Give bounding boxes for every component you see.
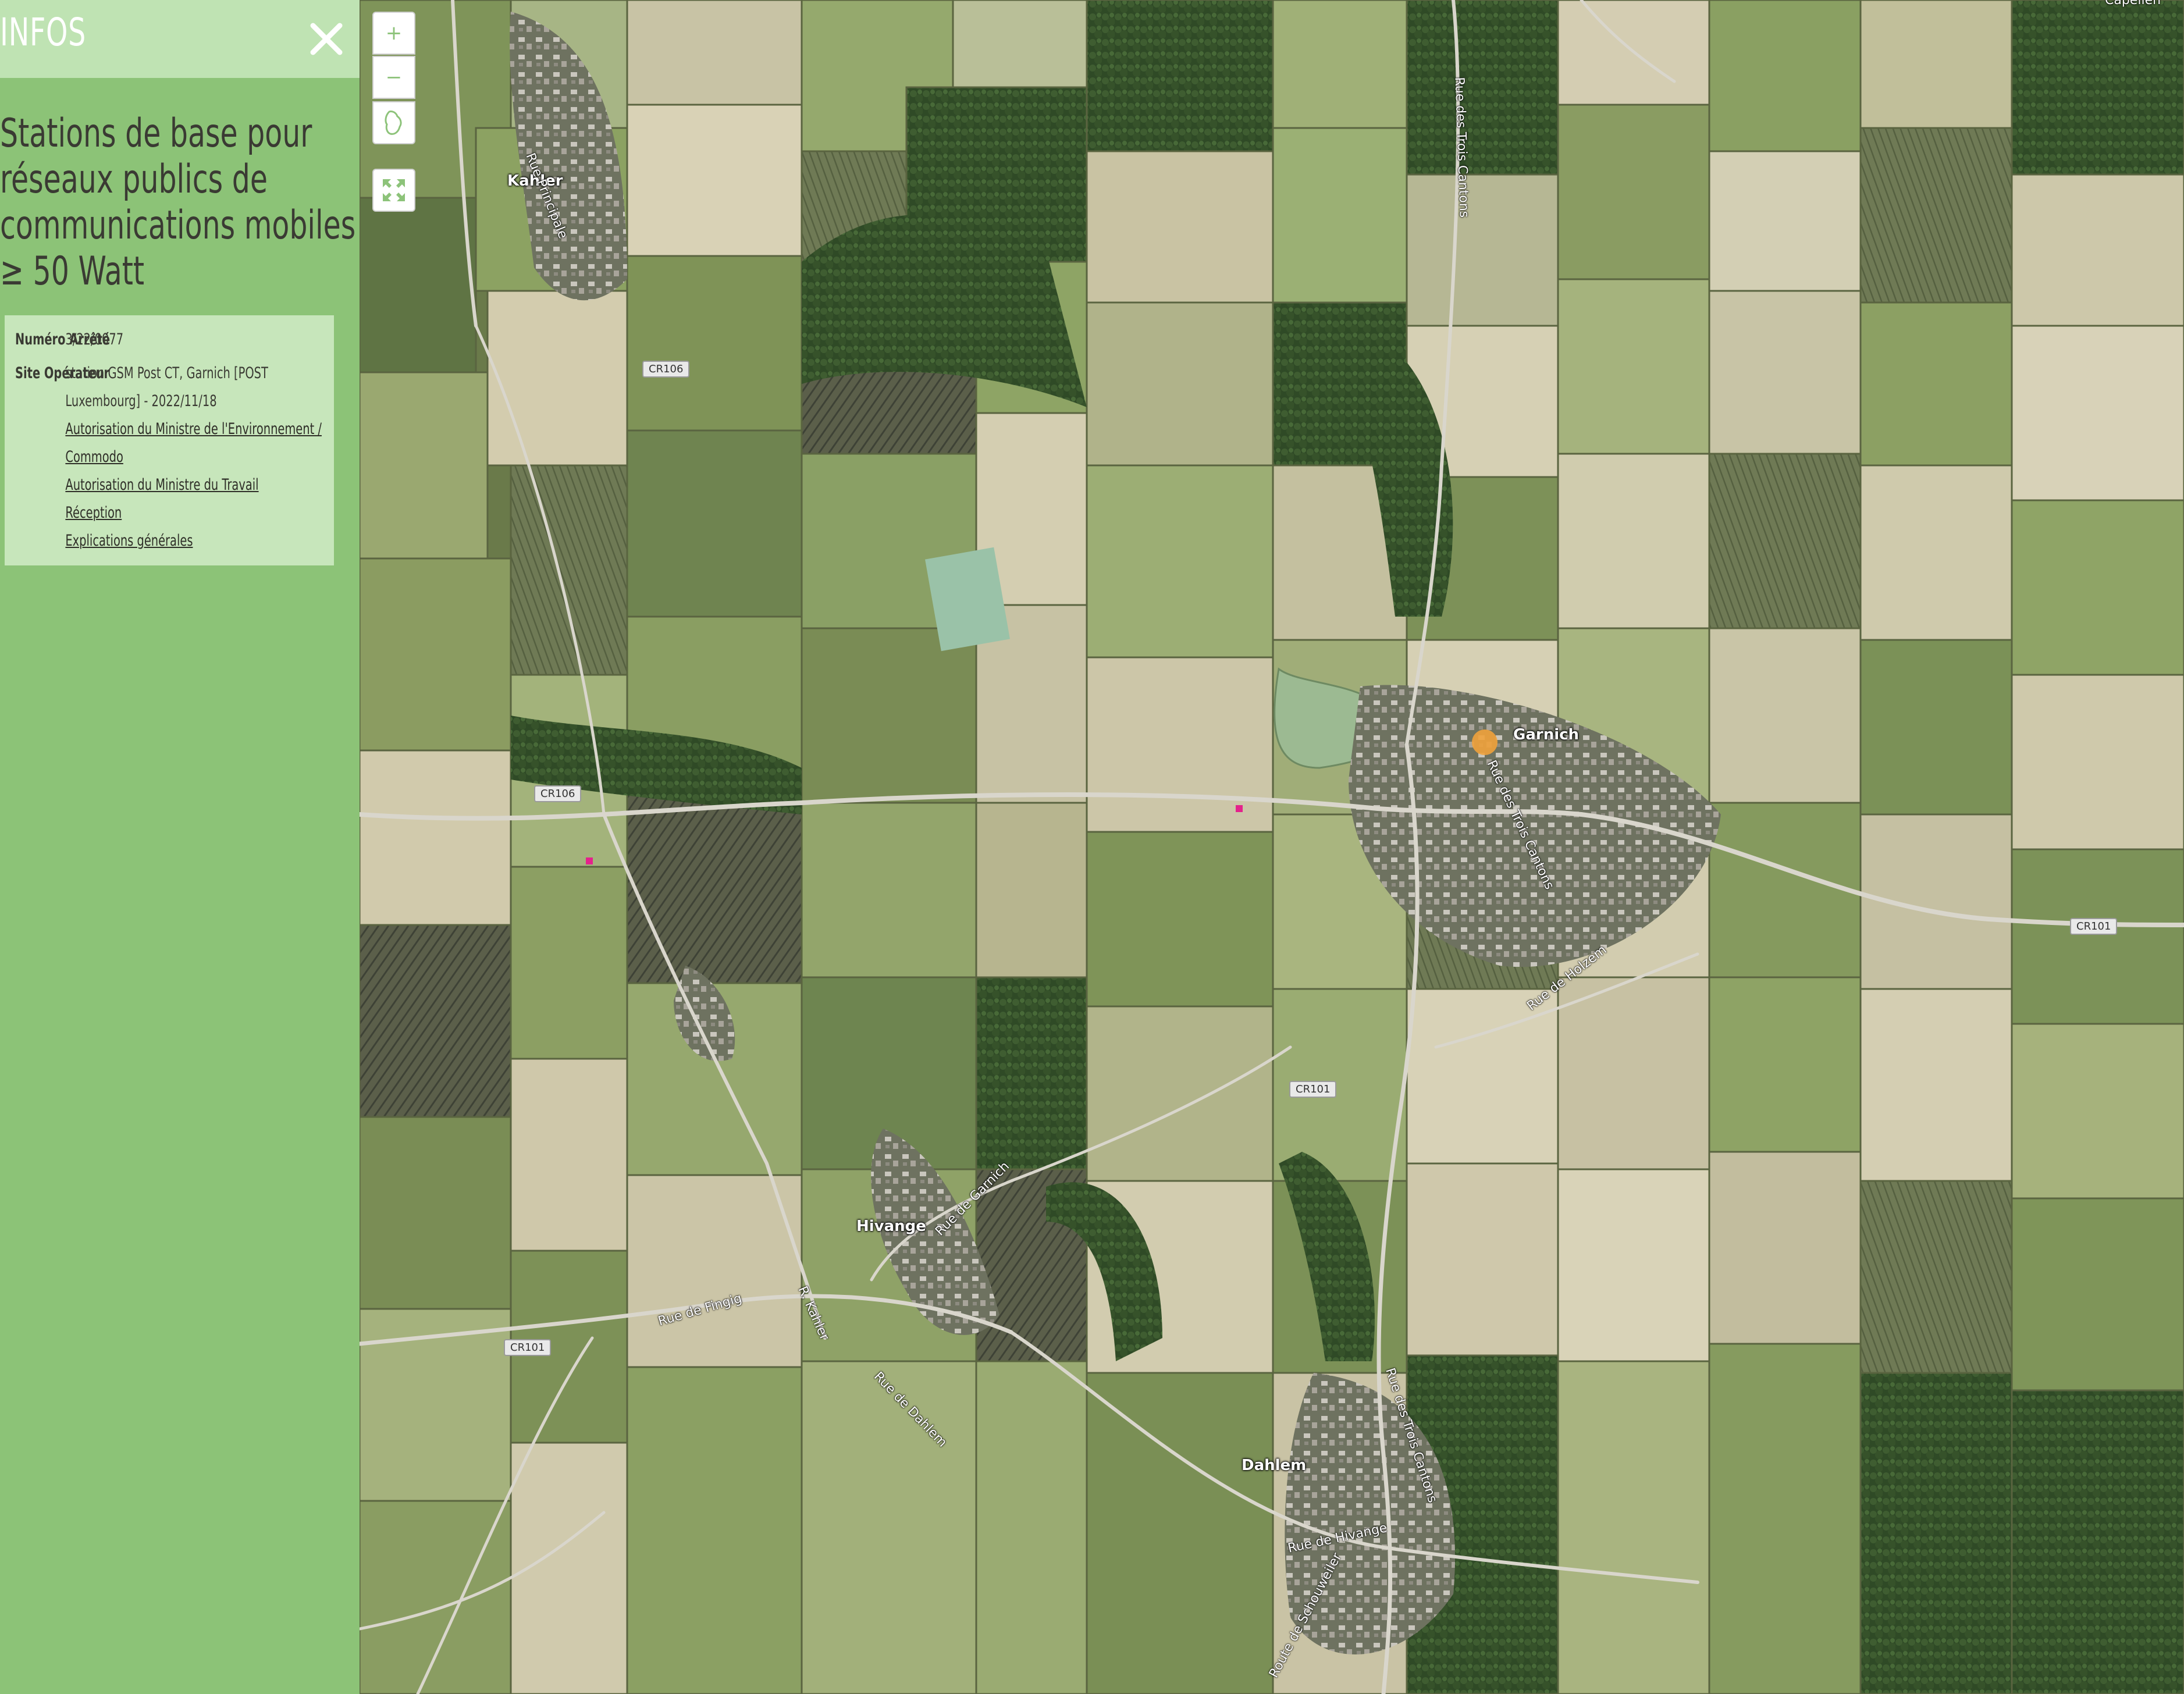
- place-label-dahlem: Dahlem: [1242, 1457, 1307, 1474]
- selected-antenna-marker: [1472, 729, 1498, 755]
- close-icon: [310, 23, 343, 55]
- road-badge-cr106: CR106: [534, 785, 582, 802]
- field-parcels: [360, 0, 2184, 1694]
- place-label-garnich: Garnich: [1513, 726, 1580, 743]
- link-autorisation-environnement[interactable]: Autorisation du Ministre de l'Environnem…: [65, 415, 333, 471]
- aerial-imagery: [360, 0, 2184, 1694]
- place-label-hivange: Hivange: [856, 1218, 926, 1235]
- info-panel: INFOS Stations de base pour réseaux publ…: [0, 0, 360, 1694]
- road-badge-cr101: CR101: [2070, 918, 2118, 935]
- antenna-marker: [1236, 805, 1243, 812]
- fullscreen-expand-icon: [383, 179, 405, 201]
- info-key: Numéro Arrêté: [15, 330, 111, 348]
- road-badge-cr101: CR101: [1289, 1081, 1337, 1098]
- zoom-in-button[interactable]: +: [372, 12, 415, 55]
- road-badge-cr101: CR101: [504, 1339, 552, 1356]
- reset-extent-button[interactable]: [372, 101, 415, 144]
- fullscreen-button[interactable]: [372, 169, 415, 212]
- info-panel-header: INFOS: [0, 0, 360, 78]
- info-key: Site Opérateur: [15, 364, 110, 382]
- link-autorisation-travail[interactable]: Autorisation du Ministre du Travail: [65, 471, 333, 499]
- info-panel-heading: INFOS: [0, 10, 87, 55]
- info-row-numero-arrete: Numéro Arrêté 3/22/0077: [15, 326, 334, 354]
- info-value-group: station GSM Post CT, Garnich [POST Luxem…: [65, 360, 333, 555]
- map-canvas[interactable]: Kahler Garnich Hivange Dahlem Capellen R…: [360, 0, 2184, 1694]
- info-row-site-operateur: Site Opérateur station GSM Post CT, Garn…: [15, 360, 334, 555]
- info-value: 3/22/0077: [65, 330, 124, 348]
- luxembourg-outline-icon: [385, 111, 402, 135]
- link-reception[interactable]: Réception: [65, 499, 333, 527]
- feature-info-table: Numéro Arrêté 3/22/0077 Site Opérateur s…: [5, 315, 334, 565]
- zoom-out-button[interactable]: −: [372, 56, 415, 99]
- antenna-marker: [586, 857, 593, 864]
- info-value: station GSM Post CT, Garnich [POST Luxem…: [65, 364, 268, 410]
- link-explications-generales[interactable]: Explications générales: [65, 527, 333, 555]
- road-badge-cr106: CR106: [642, 361, 690, 378]
- place-label-capellen: Capellen: [2105, 0, 2161, 8]
- layer-title: Stations de base pour réseaux publics de…: [0, 111, 356, 294]
- close-button[interactable]: [304, 16, 349, 62]
